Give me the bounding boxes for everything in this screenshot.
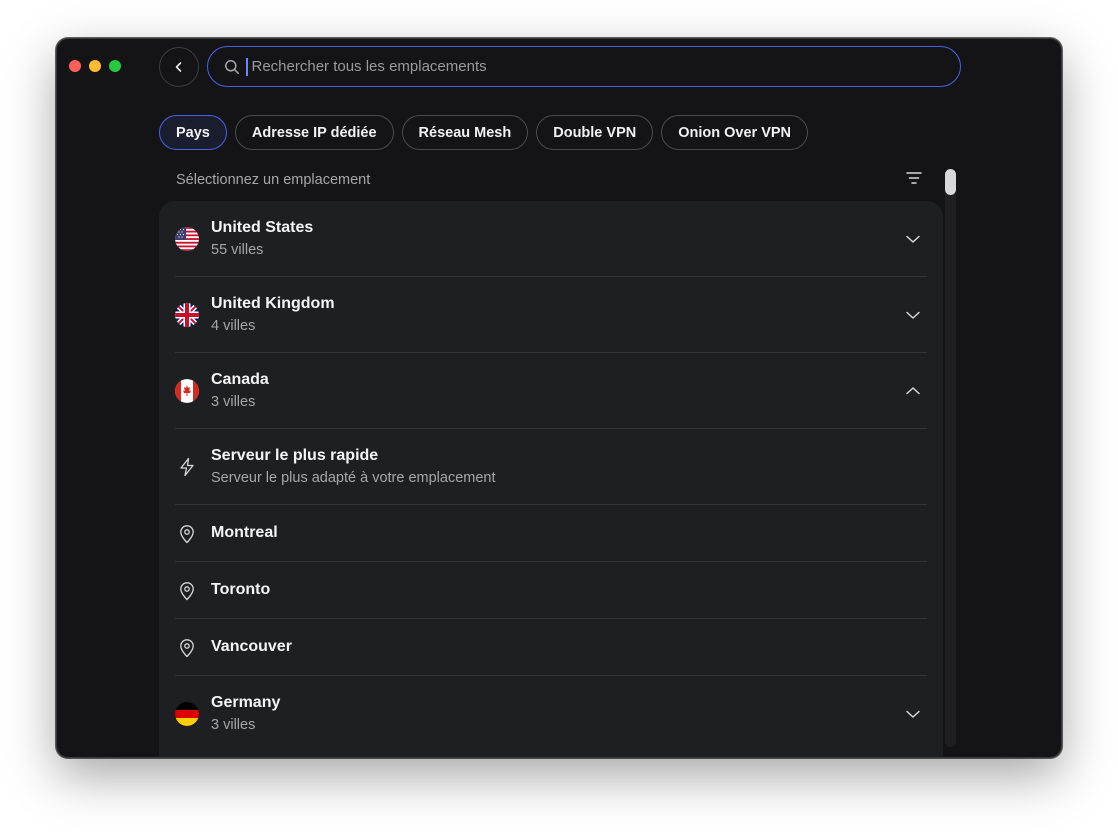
back-button[interactable] bbox=[159, 47, 199, 87]
tab-mesh-network[interactable]: Réseau Mesh bbox=[401, 115, 529, 150]
text-cursor bbox=[246, 57, 248, 76]
city-row-toronto[interactable]: Toronto bbox=[175, 562, 927, 619]
scrollbar-thumb[interactable] bbox=[945, 169, 956, 195]
tab-pays[interactable]: Pays bbox=[159, 115, 227, 150]
chevron-up-icon[interactable] bbox=[905, 383, 921, 399]
country-row-united-kingdom[interactable]: United Kingdom 4 villes bbox=[175, 277, 927, 353]
country-name: United Kingdom bbox=[211, 295, 335, 312]
city-name: Montreal bbox=[211, 524, 278, 541]
chevron-down-icon[interactable] bbox=[905, 307, 921, 323]
server-title: Serveur le plus rapide bbox=[211, 447, 379, 464]
us-flag-icon bbox=[175, 227, 199, 251]
section-label: Sélectionnez un emplacement bbox=[176, 172, 371, 188]
location-pin-icon bbox=[175, 579, 199, 603]
fastest-server-row[interactable]: Serveur le plus rapide Serveur le plus a… bbox=[175, 429, 927, 505]
chevron-down-icon[interactable] bbox=[905, 231, 921, 247]
tab-onion-over-vpn[interactable]: Onion Over VPN bbox=[661, 115, 809, 150]
city-name: Toronto bbox=[211, 581, 271, 598]
close-window-button[interactable] bbox=[69, 60, 81, 72]
maximize-window-button[interactable] bbox=[109, 60, 121, 72]
tab-double-vpn[interactable]: Double VPN bbox=[536, 115, 654, 150]
window-controls bbox=[69, 60, 121, 72]
search-icon bbox=[225, 59, 239, 74]
city-row-montreal[interactable]: Montreal bbox=[175, 505, 927, 562]
country-row-canada[interactable]: Canada 3 villes bbox=[175, 353, 927, 429]
search-input[interactable] bbox=[249, 57, 960, 76]
germany-flag-icon bbox=[175, 702, 199, 726]
country-name: Canada bbox=[211, 371, 269, 388]
app-window: Pays Adresse IP dédiée Réseau Mesh Doubl… bbox=[56, 38, 1062, 758]
location-pin-icon bbox=[175, 522, 199, 546]
country-name: Germany bbox=[211, 694, 281, 711]
city-count: 55 villes bbox=[211, 242, 264, 258]
city-name: Vancouver bbox=[211, 638, 292, 655]
country-name: United States bbox=[211, 219, 314, 236]
location-list: United States 55 villes United Kingdom 4… bbox=[159, 201, 943, 757]
scrollbar-track[interactable] bbox=[945, 169, 956, 747]
search-bar[interactable] bbox=[207, 46, 961, 87]
filter-sort-icon[interactable] bbox=[905, 169, 923, 187]
chevron-down-icon[interactable] bbox=[905, 706, 921, 722]
city-count: 3 villes bbox=[211, 717, 256, 733]
city-count: 4 villes bbox=[211, 318, 256, 334]
country-row-germany[interactable]: Germany 3 villes bbox=[175, 676, 927, 752]
minimize-window-button[interactable] bbox=[89, 60, 101, 72]
uk-flag-icon bbox=[175, 303, 199, 327]
location-pin-icon bbox=[175, 636, 199, 660]
city-count: 3 villes bbox=[211, 394, 256, 410]
tab-dedicated-ip[interactable]: Adresse IP dédiée bbox=[234, 115, 394, 150]
server-description: Serveur le plus adapté à votre emplaceme… bbox=[211, 470, 496, 486]
chevron-left-icon bbox=[175, 62, 182, 72]
city-row-vancouver[interactable]: Vancouver bbox=[175, 619, 927, 676]
lightning-icon bbox=[175, 455, 199, 479]
canada-flag-icon bbox=[175, 379, 199, 403]
location-type-tabs: Pays Adresse IP dédiée Réseau Mesh Doubl… bbox=[159, 115, 809, 150]
country-row-united-states[interactable]: United States 55 villes bbox=[175, 201, 927, 277]
